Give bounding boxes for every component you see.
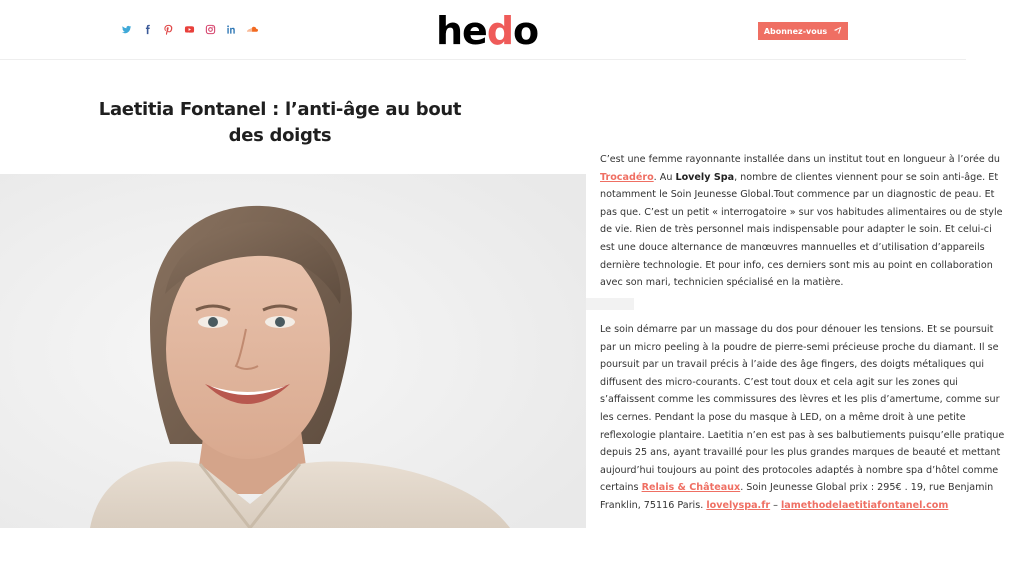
social-links bbox=[121, 24, 258, 38]
paragraph-text: Le soin démarre par un massage du dos po… bbox=[600, 324, 1005, 494]
instagram-icon[interactable] bbox=[205, 24, 216, 38]
paragraph-text: , nombre de clientes viennent pour se so… bbox=[600, 171, 1003, 289]
paragraph-text: C’est une femme rayonnante installée dan… bbox=[600, 154, 1000, 165]
link-lamethode[interactable]: lamethodelaetitiafontanel.com bbox=[781, 500, 948, 511]
logo-text-start: he bbox=[436, 9, 488, 53]
link-trocadero[interactable]: Trocadéro bbox=[600, 172, 654, 183]
pinterest-icon[interactable] bbox=[163, 24, 174, 38]
article-paragraph-1: C’est une femme rayonnante installée dan… bbox=[600, 151, 1008, 292]
facebook-icon[interactable] bbox=[142, 24, 153, 38]
decorative-bar bbox=[586, 298, 634, 310]
soundcloud-icon[interactable] bbox=[247, 24, 258, 38]
twitter-icon[interactable] bbox=[121, 24, 132, 38]
site-logo[interactable]: hedo bbox=[436, 9, 539, 53]
logo-text-end: o bbox=[513, 9, 539, 53]
logo-text-accent: d bbox=[486, 9, 514, 53]
paragraph-text: – bbox=[770, 499, 782, 511]
header-divider bbox=[0, 59, 966, 60]
subscribe-label: Abonnez-vous bbox=[763, 26, 828, 36]
paragraph-text: . Au bbox=[653, 171, 676, 183]
subscribe-button[interactable]: Abonnez-vous bbox=[758, 22, 848, 40]
link-lovelyspa[interactable]: lovelyspa.fr bbox=[706, 500, 770, 511]
link-relais-chateaux[interactable]: Relais & Châteaux bbox=[642, 482, 741, 493]
youtube-icon[interactable] bbox=[184, 24, 195, 38]
linkedin-icon[interactable] bbox=[226, 24, 237, 38]
lovely-spa-bold: Lovely Spa bbox=[675, 171, 735, 183]
paper-plane-icon bbox=[833, 26, 842, 37]
article-title: Laetitia Fontanel : l’anti-âge au bout d… bbox=[98, 99, 462, 146]
portrait-photo bbox=[0, 174, 586, 528]
article-paragraph-2: Le soin démarre par un massage du dos po… bbox=[600, 321, 1008, 515]
site-header: hedo Abonnez-vous bbox=[0, 0, 1024, 60]
